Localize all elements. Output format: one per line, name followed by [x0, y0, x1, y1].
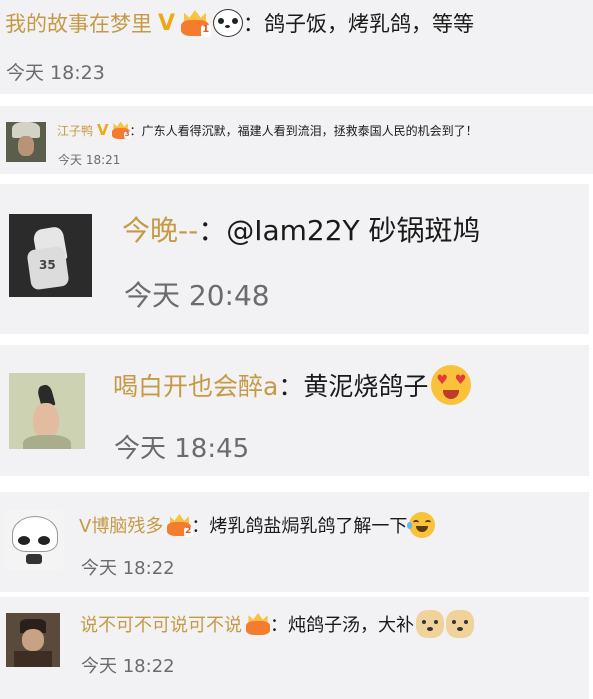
username[interactable]: V博脑残多	[79, 512, 163, 538]
laughing-emoji-icon	[407, 512, 436, 538]
comment-text: 鸽子饭，烤乳鸽，等等	[264, 12, 475, 36]
crown-badge-icon	[246, 613, 270, 635]
timestamp: 今天 18:22	[81, 558, 175, 579]
colon: ：	[278, 372, 304, 401]
avatar[interactable]	[4, 510, 64, 570]
avatar[interactable]	[6, 122, 46, 162]
comment-card: 说不可不可说可不说 ： 炖鸽子汤，大补 今天 18:22	[0, 597, 589, 699]
username[interactable]: 江子鸭	[57, 122, 93, 139]
level-number: 1	[200, 24, 211, 38]
v-badge-icon: V	[97, 121, 109, 139]
avatar[interactable]	[6, 613, 60, 667]
username[interactable]: 今晚--	[122, 209, 198, 249]
comment-card: 35 今晚-- ： @Iam22Y 砂锅斑鸠 今天 20:48	[0, 184, 589, 334]
panda-emoji-icon	[213, 9, 244, 37]
timestamp: 今天 18:21	[58, 153, 121, 167]
comment-header: 喝白开也会醉a ： 黄泥烧鸽子 ♥ ♥	[113, 363, 472, 407]
doge-emoji-icon	[416, 610, 444, 638]
comment-card: 江子鸭 V 3 ： 广东人看得沉默，福建人看到流泪，拯救泰国人民的机会到了！ 今…	[0, 106, 593, 174]
timestamp: 今天 18:23	[6, 62, 105, 84]
heart-eyes-emoji-icon: ♥ ♥	[431, 365, 472, 405]
colon: ：	[243, 12, 265, 36]
username[interactable]: 喝白开也会醉a	[113, 367, 278, 403]
colon: ：	[191, 516, 210, 537]
doge-emoji-icon	[446, 610, 474, 638]
crown-badge-icon: 3	[111, 121, 131, 140]
timestamp: 今天 20:48	[124, 279, 270, 312]
comment-header: V博脑残多 2 ： 烤乳鸽盐焗乳鸽了解一下	[79, 510, 436, 540]
timestamp: 今天 18:45	[114, 434, 250, 464]
level-number: 3	[123, 130, 131, 140]
username[interactable]: 说不可不可说可不说	[80, 611, 242, 637]
comment-text: 黄泥烧鸽子	[303, 372, 429, 401]
colon: ：	[129, 123, 142, 138]
comment-header: 说不可不可说可不说 ： 炖鸽子汤，大补	[80, 609, 474, 639]
avatar[interactable]: 35	[9, 214, 92, 297]
comment-text: 炖鸽子汤，大补	[288, 615, 414, 636]
comment-card: 我的故事在梦里 V 1 ： 鸽子饭，烤乳鸽，等等 今天 18:23	[0, 0, 593, 94]
comment-text: @Iam22Y 砂锅斑鸠	[226, 214, 481, 247]
comment-card: 喝白开也会醉a ： 黄泥烧鸽子 ♥ ♥ 今天 18:45	[0, 345, 589, 476]
crown-badge-icon: 1	[181, 10, 211, 38]
timestamp: 今天 18:22	[81, 656, 175, 677]
username[interactable]: 我的故事在梦里	[5, 8, 152, 38]
comment-text: 烤乳鸽盐焗乳鸽了解一下	[209, 516, 408, 537]
level-number: 2	[183, 525, 193, 537]
comment-header: 江子鸭 V 3 ： 广东人看得沉默，福建人看到流泪，拯救泰国人民的机会到了！	[57, 120, 478, 140]
colon: ：	[270, 615, 288, 636]
colon: ：	[198, 214, 227, 247]
comment-card: V博脑残多 2 ： 烤乳鸽盐焗乳鸽了解一下 今天 18:22	[0, 492, 589, 592]
comment-header: 今晚-- ： @Iam22Y 砂锅斑鸠	[122, 208, 481, 250]
avatar[interactable]	[9, 373, 85, 449]
comment-text: 广东人看得沉默，福建人看到流泪，拯救泰国人民的机会到了！	[141, 123, 478, 138]
crown-badge-icon: 2	[167, 514, 193, 537]
v-badge-icon: V	[158, 10, 176, 36]
comment-header: 我的故事在梦里 V 1 ： 鸽子饭，烤乳鸽，等等	[5, 6, 474, 40]
